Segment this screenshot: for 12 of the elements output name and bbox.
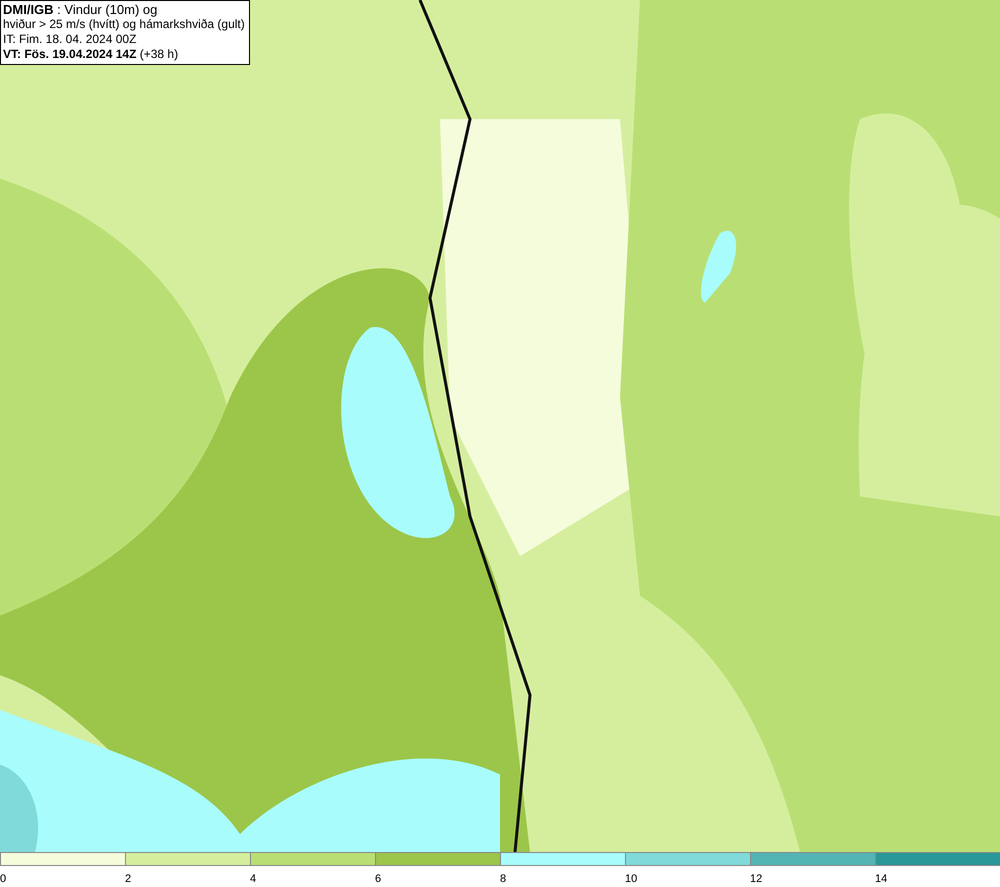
info-text: IT: Fim. 18. 04. 2024 00Z	[3, 32, 138, 47]
legend-label: 8	[500, 872, 506, 887]
legend-label: 4	[250, 872, 256, 887]
info-text: DMI/IGB : Vindur (10m) og	[3, 2, 158, 17]
legend-label: 10	[625, 872, 638, 887]
legend-label: 14	[875, 872, 888, 887]
legend-label: 12	[750, 872, 762, 887]
legend-label: 6	[375, 872, 382, 887]
legend-label: 2	[125, 872, 132, 887]
legend-label: 0	[0, 872, 6, 887]
info-text: VT: Fös. 19.04.2024 14Z (+38 h)	[3, 47, 180, 62]
info-text: hviður > 25 m/s (hvítt) og hámarkshviða (gult)	[3, 17, 245, 32]
